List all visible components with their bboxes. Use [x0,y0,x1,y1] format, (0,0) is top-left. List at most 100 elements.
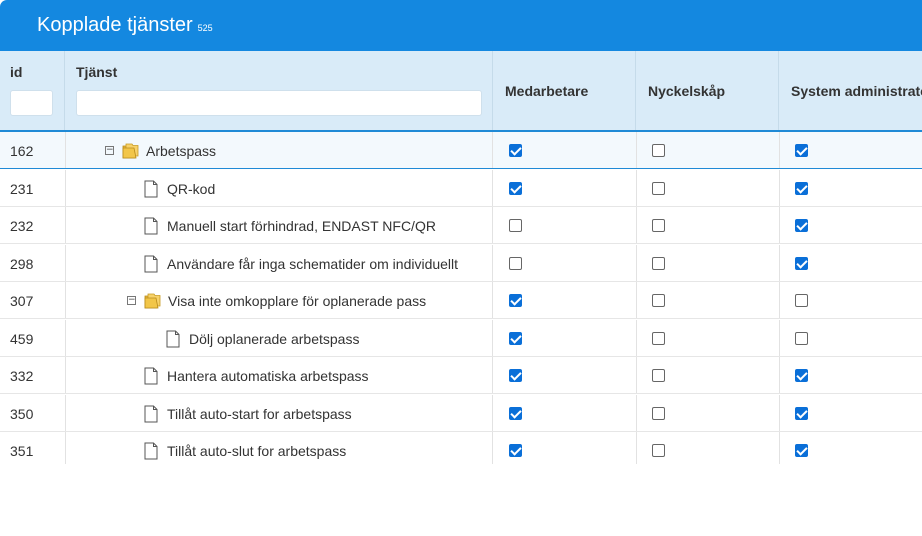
column-divider [636,395,637,431]
table-row[interactable]: 232 Manuell start förhindrad, ENDAST NFC/… [0,207,922,244]
column-divider [636,432,637,464]
role-checkbox[interactable] [509,444,522,457]
folder-icon [144,293,161,308]
header-role-label: System administratör [791,83,922,99]
service-name: Arbetspass [146,142,217,159]
role-checkbox[interactable] [795,294,808,307]
header-service[interactable]: Tjänst [65,51,493,130]
role-checkbox[interactable] [795,369,808,382]
row-id: 332 [10,368,34,384]
folder-icon [122,143,139,158]
table-row[interactable]: 307 − Visa inte omkopplare för oplanerade … [0,282,922,319]
column-divider [779,170,780,206]
row-id: 351 [10,443,34,459]
column-divider [492,282,493,318]
role-checkbox[interactable] [795,182,808,195]
role-checkbox[interactable] [509,257,522,270]
column-divider [492,432,493,464]
header-role-nyckelskap[interactable]: Nyckelskåp [636,51,779,130]
table-row[interactable]: 231 QR-kod [0,170,922,207]
table-header: id Tjänst Medarbetare Nyckelskåp System … [0,51,922,132]
role-checkbox[interactable] [795,144,808,157]
service-cell[interactable]: − Arbetspass [105,132,216,169]
column-divider [65,282,66,318]
service-filter-input[interactable] [76,90,482,116]
role-checkbox[interactable] [652,332,665,345]
role-checkbox[interactable] [795,219,808,232]
header-role-medarbetare[interactable]: Medarbetare [493,51,636,130]
column-divider [636,207,637,243]
column-divider [636,282,637,318]
document-icon [144,367,158,384]
role-checkbox[interactable] [509,369,522,382]
collapse-toggle-icon[interactable]: − [127,296,136,305]
table-row[interactable]: 298 Användare får inga schematider om ind… [0,245,922,282]
service-name: Tillåt auto-slut for arbetspass [167,442,347,459]
role-checkbox[interactable] [652,294,665,307]
services-table-body: 162 − Arbetspass 231 QR-kod 232 Manuell start … [0,132,922,464]
column-divider [492,207,493,243]
column-divider [492,245,493,281]
column-divider [65,170,66,206]
role-checkbox[interactable] [509,332,522,345]
table-row[interactable]: 350 Tillåt auto-start for arbetspass [0,395,922,432]
column-divider [636,245,637,281]
role-checkbox[interactable] [795,332,808,345]
role-checkbox[interactable] [652,444,665,457]
column-divider [779,395,780,431]
role-checkbox[interactable] [509,219,522,232]
role-checkbox[interactable] [652,219,665,232]
role-checkbox[interactable] [652,144,665,157]
service-cell[interactable]: Hantera automatiska arbetspass [144,357,369,394]
role-checkbox[interactable] [652,182,665,195]
role-checkbox[interactable] [509,182,522,195]
service-name: Tillåt auto-start for arbetspass [167,405,352,422]
window-titlebar: Kopplade tjänster 525 [0,0,922,51]
role-checkbox[interactable] [509,407,522,420]
column-divider [65,132,66,168]
header-service-label: Tjänst [76,64,118,80]
column-divider [779,357,780,393]
service-name: Användare får inga schematider om indivi… [167,255,459,272]
column-divider [779,207,780,243]
table-row[interactable]: 332 Hantera automatiska arbetspass [0,357,922,394]
service-name: QR-kod [167,180,216,197]
service-cell[interactable]: QR-kod [144,170,215,207]
header-id[interactable]: id [0,51,65,130]
column-divider [779,282,780,318]
column-divider [779,245,780,281]
role-checkbox[interactable] [509,294,522,307]
service-cell[interactable]: Användare får inga schematider om indivi… [144,245,458,282]
role-checkbox[interactable] [795,444,808,457]
column-divider [492,320,493,356]
role-checkbox[interactable] [795,257,808,270]
service-cell[interactable]: − Visa inte omkopplare för oplanerade pas… [127,282,426,319]
collapse-toggle-icon[interactable]: − [105,146,114,155]
column-divider [65,207,66,243]
column-divider [779,432,780,464]
header-id-label: id [10,64,23,80]
header-role-system-admin[interactable]: System administratör [779,51,922,130]
table-row[interactable]: 351 Tillåt auto-slut for arbetspass [0,432,922,464]
document-icon [144,405,158,422]
role-checkbox[interactable] [652,257,665,270]
column-divider [636,357,637,393]
role-checkbox[interactable] [652,407,665,420]
service-cell[interactable]: Tillåt auto-start for arbetspass [144,395,352,432]
column-divider [492,357,493,393]
role-checkbox[interactable] [509,144,522,157]
role-checkbox[interactable] [652,369,665,382]
service-cell[interactable]: Tillåt auto-slut for arbetspass [144,432,346,464]
service-cell[interactable]: Manuell start förhindrad, ENDAST NFC/QR [144,207,436,244]
service-cell[interactable]: Dölj oplanerade arbetspass [166,320,359,357]
document-icon [144,180,158,197]
column-divider [636,132,637,168]
table-row[interactable]: 459 Dölj oplanerade arbetspass [0,320,922,357]
service-name: Visa inte omkopplare för oplanerade pass [168,292,427,309]
column-divider [779,320,780,356]
id-filter-input[interactable] [10,90,53,116]
document-icon [144,442,158,459]
column-divider [65,245,66,281]
table-row[interactable]: 162 − Arbetspass [0,132,922,169]
role-checkbox[interactable] [795,407,808,420]
